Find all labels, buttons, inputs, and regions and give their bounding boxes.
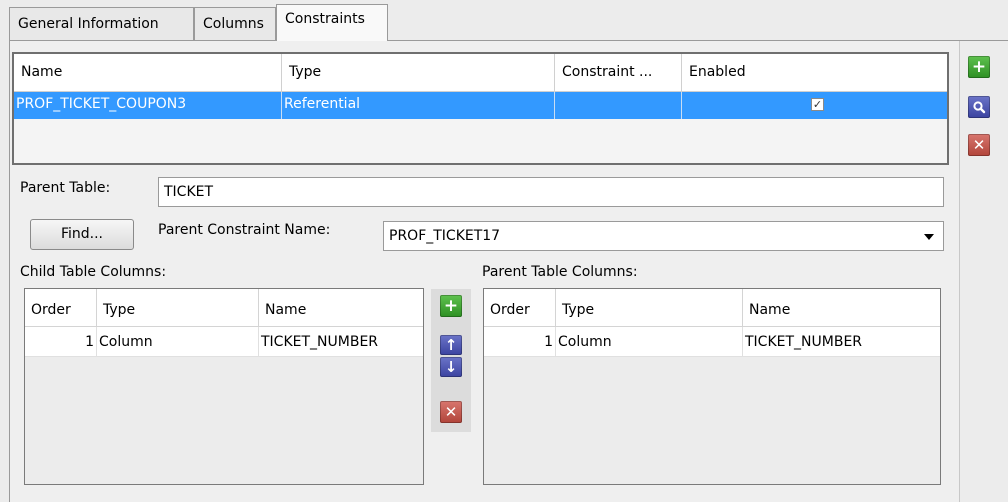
tab-columns[interactable]: Columns (194, 7, 276, 41)
table-row[interactable]: 1 Column TICKET_NUMBER (25, 327, 423, 357)
parent-columns-table: Order Type Name 1 Column TICKET_NUMBER (483, 288, 941, 485)
constraints-table: Name Type Constraint ... Enabled PROF_TI… (12, 52, 949, 165)
parent-columns-header: Order Type Name (484, 289, 940, 327)
column-header-type[interactable]: Type (556, 289, 743, 327)
column-header-enabled[interactable]: Enabled (682, 54, 951, 92)
magnifier-icon (973, 101, 986, 114)
table-row[interactable]: PROF_TICKET_COUPON3 Referential ✓ (14, 92, 947, 119)
type-cell[interactable]: Column (97, 327, 259, 357)
type-cell[interactable]: Column (556, 327, 743, 357)
name-cell[interactable]: TICKET_NUMBER (259, 327, 423, 357)
delete-column-button[interactable]: ✕ (440, 401, 462, 423)
parent-table-label: Parent Table: (20, 180, 111, 196)
table-row[interactable]: 1 Column TICKET_NUMBER (484, 327, 940, 357)
column-header-constraint[interactable]: Constraint ... (555, 54, 682, 92)
column-header-type[interactable]: Type (282, 54, 555, 92)
order-cell[interactable]: 1 (484, 327, 556, 357)
child-columns-table: Order Type Name 1 Column TICKET_NUMBER (24, 288, 424, 485)
enabled-cell[interactable]: ✓ (682, 92, 947, 119)
parent-constraint-select[interactable]: PROF_TICKET17 (383, 221, 944, 251)
column-header-name[interactable]: Name (14, 54, 282, 92)
delete-constraint-button[interactable]: ✕ (968, 134, 990, 156)
column-header-name[interactable]: Name (743, 289, 940, 327)
search-constraint-button[interactable] (968, 96, 990, 118)
enabled-checkbox[interactable]: ✓ (811, 98, 824, 111)
column-header-type[interactable]: Type (97, 289, 259, 327)
column-header-order[interactable]: Order (484, 289, 556, 327)
move-up-button[interactable]: ↑ (440, 335, 462, 355)
chevron-down-icon[interactable] (924, 234, 934, 240)
column-header-name[interactable]: Name (259, 289, 423, 327)
child-columns-header: Order Type Name (25, 289, 423, 327)
parent-table-columns-label: Parent Table Columns: (482, 264, 638, 280)
find-button[interactable]: Find... (30, 219, 134, 250)
tab-general-information[interactable]: General Information (9, 7, 194, 41)
add-column-button[interactable]: + (440, 295, 462, 317)
child-table-columns-label: Child Table Columns: (20, 264, 167, 280)
tab-constraints[interactable]: Constraints (276, 4, 388, 41)
constraint-name-cell[interactable]: PROF_TICKET_COUPON3 (14, 92, 282, 119)
move-down-button[interactable]: ↓ (440, 357, 462, 377)
order-cell[interactable]: 1 (25, 327, 97, 357)
name-cell[interactable]: TICKET_NUMBER (743, 327, 940, 357)
add-constraint-button[interactable]: + (968, 56, 990, 78)
constraint-cell[interactable] (555, 92, 682, 119)
parent-constraint-value: PROF_TICKET17 (389, 228, 501, 244)
constraints-table-header: Name Type Constraint ... Enabled (14, 54, 947, 92)
parent-table-field[interactable]: TICKET (158, 177, 944, 207)
constraint-type-cell[interactable]: Referential (282, 92, 555, 119)
parent-constraint-name-label: Parent Constraint Name: (158, 222, 331, 238)
column-header-order[interactable]: Order (25, 289, 97, 327)
